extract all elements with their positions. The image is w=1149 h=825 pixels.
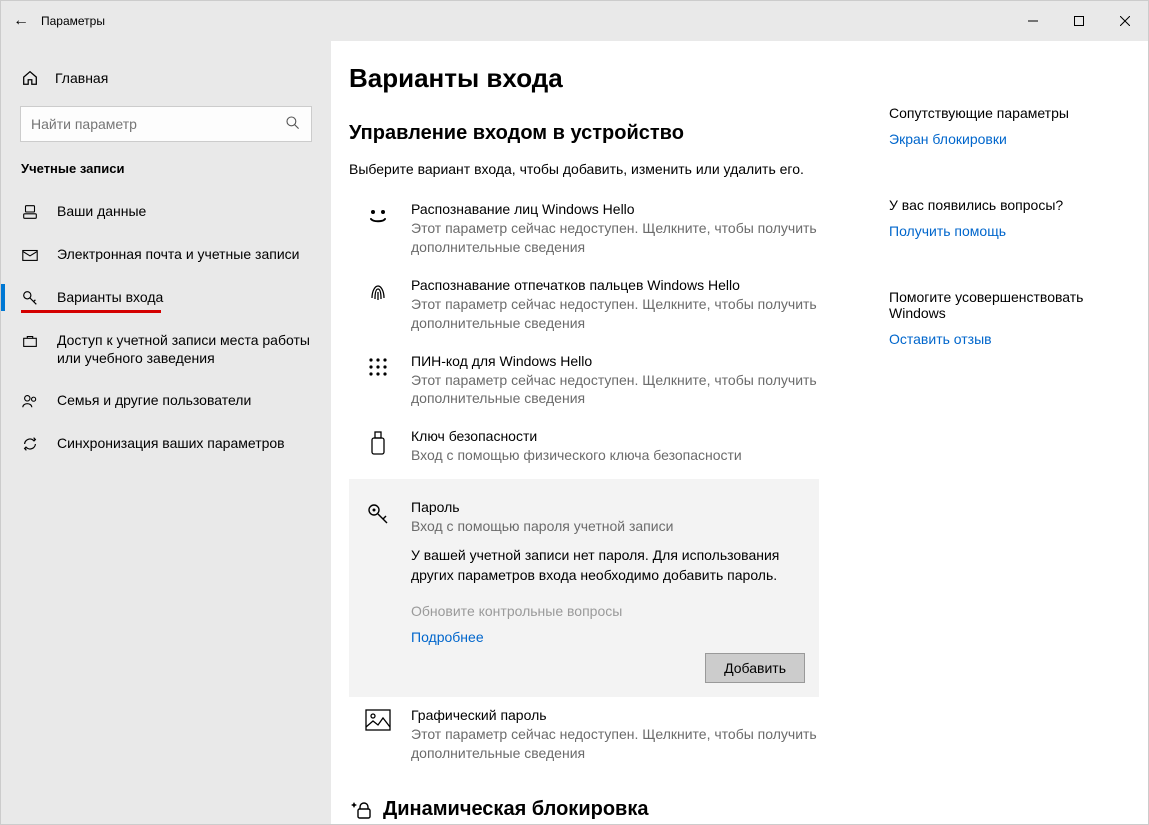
briefcase-icon [21, 332, 41, 350]
option-desc: Этот параметр сейчас недоступен. Щелкнит… [411, 725, 819, 763]
page-subtitle: Управление входом в устройство [349, 122, 819, 145]
mail-icon [21, 246, 41, 264]
option-pin[interactable]: ПИН-код для Windows Hello Этот параметр … [349, 343, 819, 419]
feedback-link[interactable]: Оставить отзыв [889, 331, 1119, 347]
face-icon [363, 201, 393, 257]
sidebar-item-work-access[interactable]: Доступ к учетной записи места работы или… [1, 319, 331, 379]
sidebar-item-label: Электронная почта и учетные записи [57, 245, 299, 263]
page-title: Варианты входа [349, 63, 819, 94]
dynamic-lock-row: Динамическая блокировка [349, 797, 819, 821]
back-button[interactable]: ← [1, 12, 41, 30]
key-icon [21, 289, 41, 307]
picture-icon [363, 707, 393, 763]
option-security-key[interactable]: Ключ безопасности Вход с помощью физичес… [349, 418, 819, 475]
person-icon [21, 203, 41, 221]
lock-screen-link[interactable]: Экран блокировки [889, 131, 1119, 147]
password-panel: Пароль Вход с помощью пароля учетной зап… [349, 479, 819, 697]
window-title: Параметры [41, 14, 105, 28]
option-desc: Этот параметр сейчас недоступен. Щелкнит… [411, 219, 819, 257]
people-icon [21, 392, 41, 410]
option-title: Распознавание лиц Windows Hello [411, 201, 819, 217]
close-button[interactable] [1102, 1, 1148, 41]
fingerprint-icon [363, 277, 393, 333]
sparkle-lock-icon [349, 797, 373, 821]
sidebar-item-label: Семья и другие пользователи [57, 391, 251, 409]
search-icon [285, 115, 301, 131]
right-column: Сопутствующие параметры Экран блокировки… [889, 63, 1119, 824]
title-bar: ← Параметры [1, 1, 1148, 41]
option-title: ПИН-код для Windows Hello [411, 353, 819, 369]
sidebar-item-label: Доступ к учетной записи места работы или… [57, 331, 311, 367]
key-outline-icon [363, 499, 393, 536]
option-desc: Этот параметр сейчас недоступен. Щелкнит… [411, 371, 819, 409]
sidebar-item-label: Варианты входа [57, 289, 163, 305]
option-desc: Вход с помощью физического ключа безопас… [411, 446, 742, 465]
option-picture-password[interactable]: Графический пароль Этот параметр сейчас … [349, 697, 819, 773]
option-desc: Вход с помощью пароля учетной записи [411, 517, 673, 536]
maximize-button[interactable] [1056, 1, 1102, 41]
option-title: Пароль [411, 499, 673, 515]
option-desc: Этот параметр сейчас недоступен. Щелкнит… [411, 295, 819, 333]
highlight-underline [21, 310, 161, 313]
related-title: Сопутствующие параметры [889, 105, 1119, 121]
option-password[interactable]: Пароль Вход с помощью пароля учетной зап… [363, 489, 805, 546]
option-fingerprint[interactable]: Распознавание отпечатков пальцев Windows… [349, 267, 819, 343]
sidebar-item-email[interactable]: Электронная почта и учетные записи [1, 233, 331, 276]
search-input[interactable] [21, 107, 311, 141]
option-face[interactable]: Распознавание лиц Windows Hello Этот пар… [349, 191, 819, 267]
option-title: Графический пароль [411, 707, 819, 723]
sidebar-item-family[interactable]: Семья и другие пользователи [1, 379, 331, 422]
password-more-link[interactable]: Подробнее [411, 629, 805, 645]
add-button[interactable]: Добавить [705, 653, 805, 683]
sidebar-item-label: Синхронизация ваших параметров [57, 434, 285, 452]
sidebar: Главная Учетные записи Ваши данные Элект… [1, 41, 331, 824]
get-help-link[interactable]: Получить помощь [889, 223, 1119, 239]
option-title: Ключ безопасности [411, 428, 742, 444]
sidebar-item-sync[interactable]: Синхронизация ваших параметров [1, 422, 331, 465]
sidebar-item-your-info[interactable]: Ваши данные [1, 190, 331, 233]
page-lead: Выберите вариант входа, чтобы добавить, … [349, 161, 819, 177]
password-message: У вашей учетной записи нет пароля. Для и… [411, 546, 805, 585]
sidebar-section-title: Учетные записи [1, 161, 331, 190]
home-label: Главная [55, 70, 108, 86]
dynamic-lock-title: Динамическая блокировка [383, 798, 648, 821]
home-button[interactable]: Главная [1, 61, 331, 95]
home-icon [21, 69, 39, 87]
search-container [21, 107, 311, 141]
usb-key-icon [363, 428, 393, 465]
questions-title: У вас появились вопросы? [889, 197, 1119, 213]
keypad-icon [363, 353, 393, 409]
option-title: Распознавание отпечатков пальцев Windows… [411, 277, 819, 293]
sidebar-item-sign-in-options[interactable]: Варианты входа [1, 276, 331, 319]
sidebar-item-label: Ваши данные [57, 202, 146, 220]
improve-title: Помогите усовершенствовать Windows [889, 289, 1119, 321]
content-column: Варианты входа Управление входом в устро… [349, 63, 819, 824]
password-muted: Обновите контрольные вопросы [411, 603, 805, 619]
sync-icon [21, 435, 41, 453]
minimize-button[interactable] [1010, 1, 1056, 41]
